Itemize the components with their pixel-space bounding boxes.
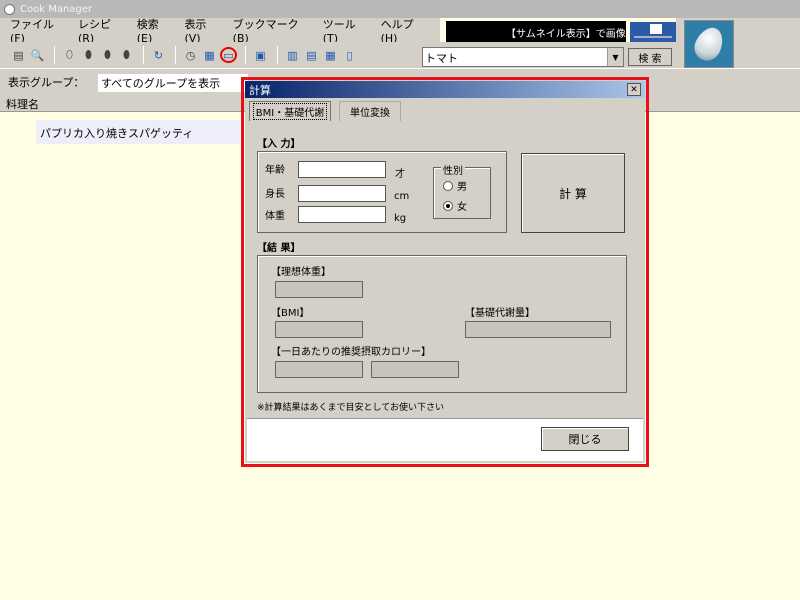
search-input[interactable]: トマト ▼ bbox=[422, 47, 624, 67]
menu-file[interactable]: ファイル(F) bbox=[10, 16, 66, 45]
age-label: 年齢 bbox=[265, 165, 285, 176]
menu-search[interactable]: 検索(E) bbox=[137, 16, 173, 45]
egg-icon[interactable]: ⬮ bbox=[80, 47, 97, 63]
refresh-icon[interactable]: ↻ bbox=[150, 47, 167, 63]
sex-label: 性別 bbox=[441, 162, 465, 177]
toolbar-separator bbox=[175, 46, 176, 64]
caption-banner: 【サムネイル表示】で画像 bbox=[446, 21, 626, 43]
menu-tools[interactable]: ツール(T) bbox=[323, 16, 369, 45]
layout-icon[interactable]: ▦ bbox=[322, 47, 339, 63]
print-preview-icon[interactable]: 🔍 bbox=[29, 47, 46, 63]
calendar-icon[interactable]: ▦ bbox=[201, 47, 218, 63]
table-icon[interactable]: ▣ bbox=[252, 47, 269, 63]
close-button[interactable]: 閉じる bbox=[541, 427, 629, 451]
daily-calorie-output bbox=[275, 361, 363, 378]
app-icon bbox=[4, 3, 15, 15]
daily-calorie-label: 【一日あたりの推奨摂取カロリー】 bbox=[271, 347, 431, 358]
egg-icon[interactable]: ⬮ bbox=[118, 47, 135, 63]
menu-recipe[interactable]: レシピ(R) bbox=[78, 16, 125, 45]
menu-bar: ファイル(F) レシピ(R) 検索(E) 表示(V) ブックマーク(B) ツール… bbox=[0, 16, 440, 45]
radio-button[interactable] bbox=[443, 180, 453, 191]
basal-metabolism-label: 【基礎代謝量】 bbox=[465, 308, 535, 319]
calculator-dialog: 計算 ✕ BMI・基礎代謝 単位変換 【入 力】 年齢 才 身長 cm 体重 k… bbox=[245, 81, 645, 463]
radio-button-selected[interactable] bbox=[443, 200, 453, 211]
menu-help[interactable]: ヘルプ(H) bbox=[381, 16, 428, 45]
clock-icon[interactable]: ◷ bbox=[182, 47, 199, 63]
height-unit: cm bbox=[394, 191, 410, 202]
tab-unit-conversion[interactable]: 単位変換 bbox=[339, 101, 401, 121]
egg-logo-icon bbox=[690, 23, 728, 65]
thumbnail-preview bbox=[630, 22, 676, 42]
app-logo bbox=[684, 20, 734, 68]
basal-metabolism-output bbox=[465, 321, 611, 338]
tab-label: BMI・基礎代謝 bbox=[252, 103, 328, 120]
radio-female[interactable]: 女 bbox=[443, 198, 467, 213]
age-unit: 才 bbox=[395, 169, 405, 180]
list-item[interactable]: パプリカ入り焼きスパゲッティ bbox=[36, 120, 240, 144]
calculate-button[interactable]: 計 算 bbox=[521, 153, 625, 233]
chevron-down-icon[interactable]: ▼ bbox=[607, 48, 623, 66]
input-section-label: 【入 力】 bbox=[257, 139, 301, 150]
radio-male[interactable]: 男 bbox=[443, 178, 467, 193]
window-title: Cook Manager bbox=[20, 3, 93, 15]
egg-icon[interactable]: ⬯ bbox=[61, 47, 78, 63]
search-button[interactable]: 検 索 bbox=[628, 48, 672, 66]
group-label: 表示グループ： bbox=[8, 76, 85, 89]
age-input[interactable] bbox=[298, 161, 386, 178]
group-select[interactable]: すべてのグループを表示 bbox=[98, 74, 248, 92]
tab-bmi-basal-metabolism[interactable]: BMI・基礎代謝 bbox=[249, 101, 331, 121]
print-icon[interactable]: ▤ bbox=[10, 47, 27, 63]
dialog-title: 計算 bbox=[245, 81, 645, 98]
toolbar-separator bbox=[277, 46, 278, 64]
radio-label-female: 女 bbox=[457, 202, 467, 213]
bmi-label: 【BMI】 bbox=[271, 308, 310, 319]
layout-icon[interactable]: ▥ bbox=[284, 47, 301, 63]
result-section-label: 【結 果】 bbox=[257, 243, 301, 254]
toolbar-separator bbox=[245, 46, 246, 64]
weight-label: 体重 bbox=[265, 211, 285, 222]
toolbar-separator bbox=[143, 46, 144, 64]
toolbar-separator bbox=[54, 46, 55, 64]
weight-input[interactable] bbox=[298, 206, 386, 223]
close-icon[interactable]: ✕ bbox=[627, 83, 641, 96]
disclaimer-note: ※計算結果はあくまで目安としてお使い下さい bbox=[257, 403, 445, 413]
daily-calorie-output bbox=[371, 361, 459, 378]
egg-icon[interactable]: ⬮ bbox=[99, 47, 116, 63]
menu-view[interactable]: 表示(V) bbox=[184, 16, 220, 45]
height-input[interactable] bbox=[298, 185, 386, 202]
height-label: 身長 bbox=[265, 189, 285, 200]
layout-icon[interactable]: ▤ bbox=[303, 47, 320, 63]
menu-bookmark[interactable]: ブックマーク(B) bbox=[233, 16, 311, 45]
radio-label-male: 男 bbox=[457, 182, 467, 193]
bmi-output bbox=[275, 321, 363, 338]
search-value: トマト bbox=[425, 52, 458, 65]
calculator-icon[interactable]: ▭ bbox=[220, 47, 237, 63]
ideal-weight-label: 【理想体重】 bbox=[271, 267, 331, 278]
weight-unit: kg bbox=[394, 213, 407, 224]
ideal-weight-output bbox=[275, 281, 363, 298]
document-icon[interactable]: ▯ bbox=[341, 47, 358, 63]
